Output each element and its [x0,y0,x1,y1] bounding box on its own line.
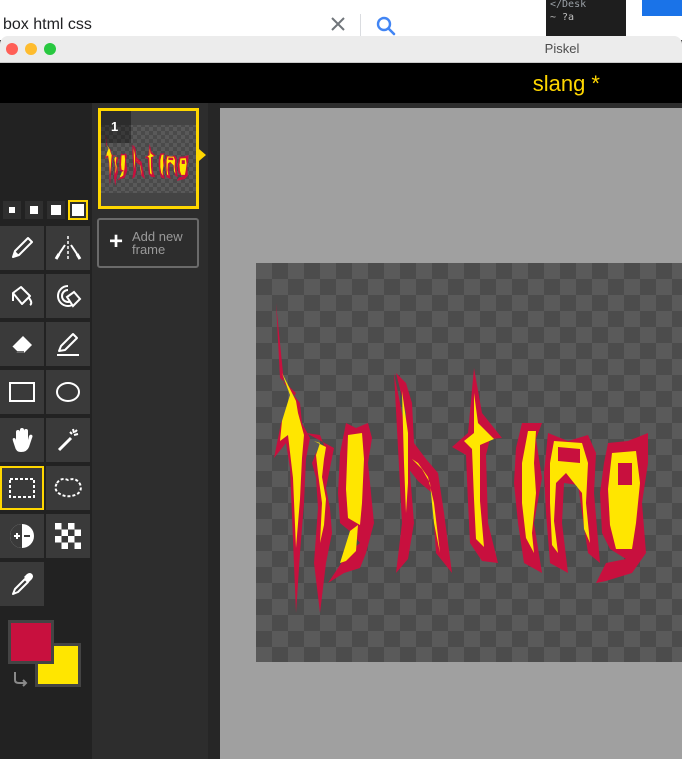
code-editor-peek: </Desk ~ ?a [530,0,682,40]
app-header: slang * [0,63,682,103]
selected-frame-indicator [199,149,206,161]
window-titlebar: Piskel [0,36,682,63]
line-icon [57,333,79,356]
frame-thumbnail[interactable]: 1 [98,108,199,209]
eraser-icon [11,336,32,353]
stroke-tool[interactable] [46,322,90,366]
rectangle-selection-tool[interactable] [0,466,44,510]
pen-tool[interactable] [0,226,44,270]
dithering-tool[interactable] [46,514,90,558]
checker-icon [55,523,81,549]
browser-toolbar: box html css </Desk ~ ?a [0,0,682,40]
plus-icon: + [109,228,124,255]
dashed-rectangle-icon [9,478,35,498]
swap-colors-icon[interactable] [11,668,31,688]
pen-size-3[interactable] [47,201,65,219]
rectangle-icon [9,382,35,402]
sprite-title[interactable]: slang * [533,71,600,97]
ellipse-icon [56,382,80,402]
add-frame-label: Add new frame [132,229,183,257]
lasso-icon [54,478,82,498]
vertical-mirror-pen-tool[interactable] [46,226,90,270]
eyedropper-icon [12,573,33,595]
mirror-pen-icon [54,236,82,260]
pen-size-2[interactable] [25,201,43,219]
lasso-selection-tool[interactable] [46,466,90,510]
window-title: Piskel [544,41,580,56]
editor-highlight [642,0,682,16]
search-icon[interactable] [374,14,398,38]
lighten-tool[interactable] [0,514,44,558]
frames-scrollbar[interactable] [208,103,220,759]
drawing-canvas[interactable] [256,263,682,662]
shape-selection-tool[interactable] [46,418,90,462]
frame-number: 1 [101,111,131,143]
eraser-tool[interactable] [0,322,44,366]
primary-color-swatch[interactable] [8,620,54,664]
lighten-icon [10,524,34,548]
pen-size-1[interactable] [3,201,21,219]
circle-tool[interactable] [46,370,90,414]
editor-line: </Desk [550,0,587,10]
paint-bucket-tool[interactable] [0,274,44,318]
hand-icon [12,428,33,452]
search-box[interactable]: box html css [0,4,540,40]
editor-line: ~ ?a [550,12,575,23]
move-tool[interactable] [0,418,44,462]
close-icon[interactable] [328,14,348,34]
pen-size-4[interactable] [68,200,88,220]
rectangle-tool[interactable] [0,370,44,414]
color-picker-tool[interactable] [0,562,44,606]
paint-all-same-color-tool[interactable] [46,274,90,318]
bucket-icon [12,286,33,306]
pencil-icon [12,237,33,258]
add-frame-button[interactable]: + Add new frame [97,218,199,268]
spiral-bucket-icon [57,285,82,308]
search-input[interactable]: box html css [3,16,92,34]
divider [360,14,361,36]
sprite-artwork [256,263,682,662]
magic-wand-icon [57,428,79,452]
